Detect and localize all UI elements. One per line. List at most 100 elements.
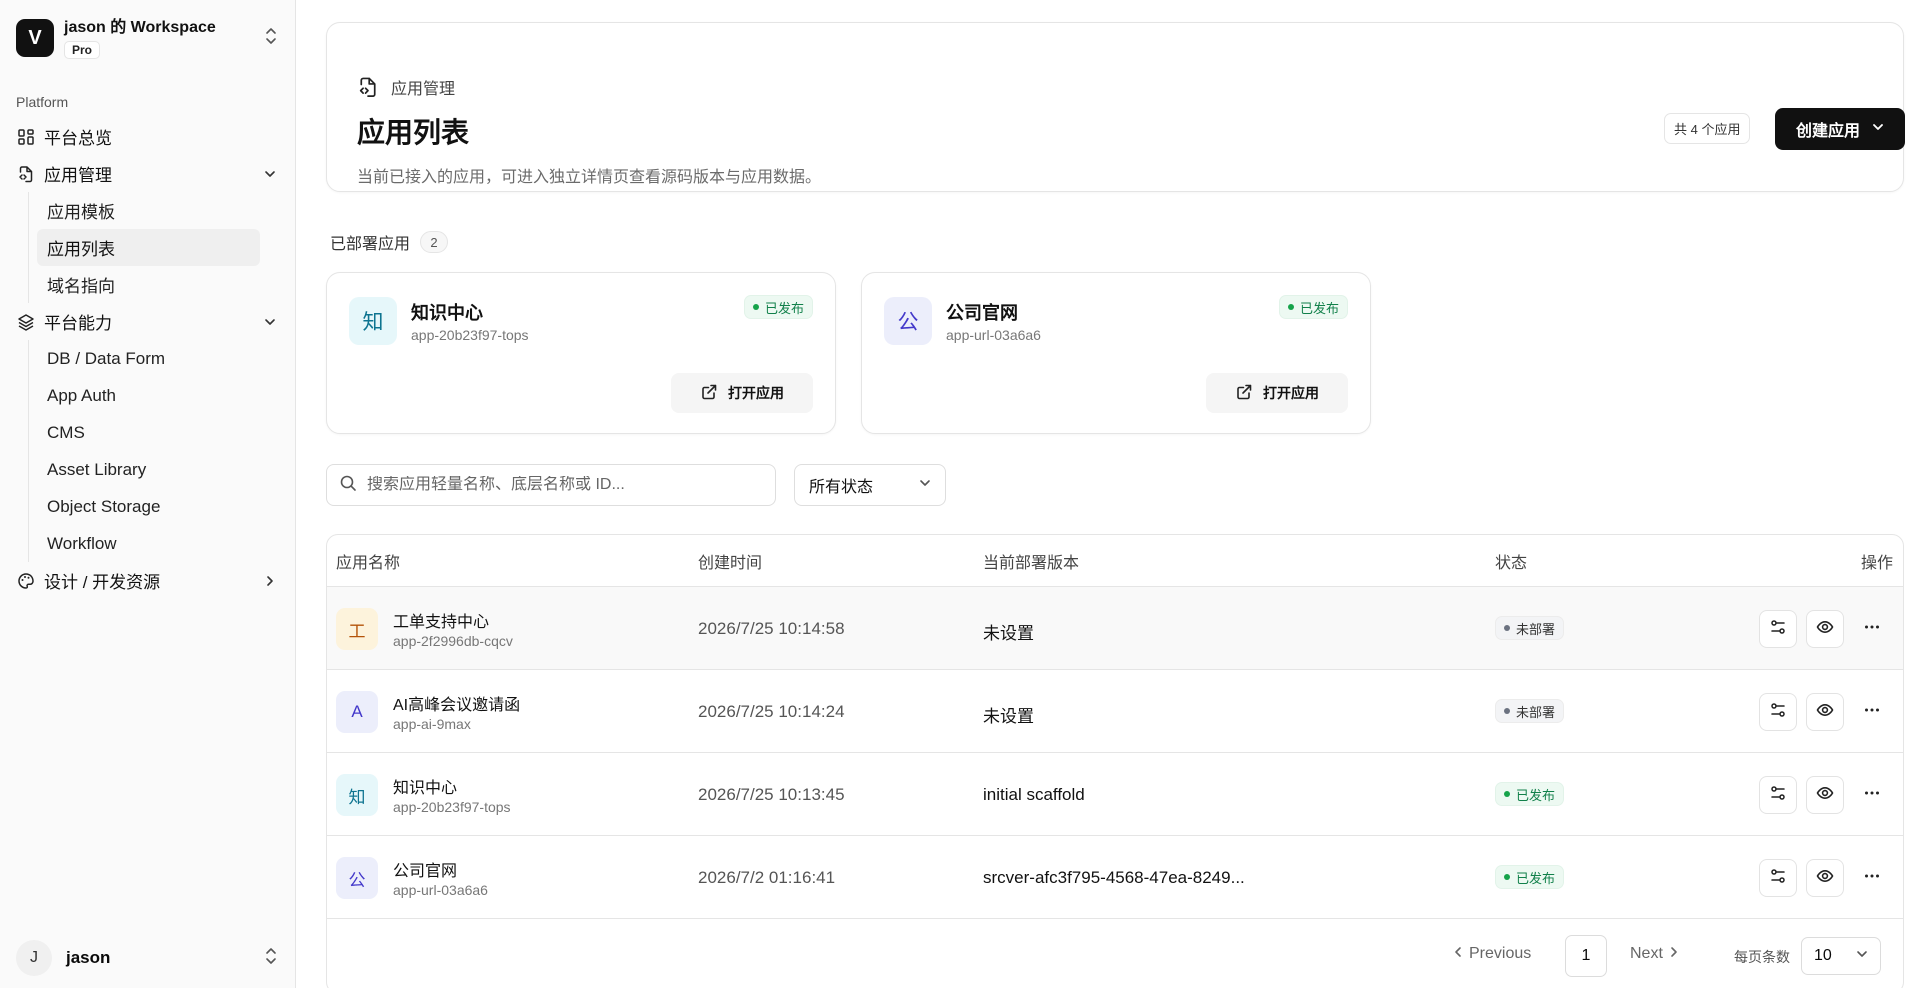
table-row[interactable]: A AI高峰会议邀请函 app-ai-9max 2026/7/25 10:14:… (327, 670, 1903, 753)
table-row[interactable]: 知 知识中心 app-20b23f97-tops 2026/7/25 10:13… (327, 753, 1903, 836)
layers-icon (16, 312, 36, 332)
config-button[interactable] (1759, 776, 1797, 814)
sidebar-item-design-dev-resources[interactable]: 设计 / 开发资源 (0, 562, 296, 599)
sidebar-item-app-list[interactable]: 应用列表 (37, 229, 260, 266)
chevron-down-icon (1872, 120, 1884, 138)
more-button[interactable] (1853, 610, 1891, 648)
preview-button[interactable] (1806, 610, 1844, 648)
breadcrumb-label[interactable]: 应用管理 (391, 75, 455, 99)
column-header-created: 创建时间 (698, 554, 763, 572)
previous-page-button[interactable]: Previous (1453, 945, 1531, 963)
open-app-label: 打开应用 (728, 385, 784, 401)
open-app-button[interactable]: 打开应用 (671, 373, 813, 413)
page-size-value: 10 (1814, 947, 1832, 964)
preview-button[interactable] (1806, 776, 1844, 814)
row-actions (1759, 693, 1891, 731)
sidebar-item-label: 设计 / 开发资源 (44, 573, 161, 592)
app-id: app-url-03a6a6 (393, 882, 488, 898)
more-horizontal-icon (1863, 784, 1881, 807)
page-size-label: 每页条数 (1734, 949, 1790, 965)
sidebar-item-cms[interactable]: CMS (37, 414, 260, 451)
app-id: app-20b23f97-tops (393, 799, 511, 815)
sidebar-item-object-storage[interactable]: Object Storage (37, 488, 260, 525)
create-app-button[interactable]: 创建应用 (1775, 108, 1905, 150)
page-number-button[interactable]: 1 (1565, 935, 1607, 977)
apps-table: 应用名称 创建时间 当前部署版本 状态 操作 工 工单支持中心 app-2f29… (326, 534, 1904, 988)
sidebar-group-label: Platform (16, 94, 69, 110)
app-file-icon (16, 164, 36, 184)
search-input[interactable] (367, 476, 757, 494)
sidebar-item-overview[interactable]: 平台总览 (0, 118, 296, 155)
app-name[interactable]: 公司官网 (393, 857, 457, 881)
status-label: 已发布 (1516, 870, 1556, 886)
app-avatar: 知 (336, 774, 378, 816)
app-count-badge: 共 4 个应用 (1664, 113, 1751, 144)
config-button[interactable] (1759, 610, 1797, 648)
more-button[interactable] (1853, 859, 1891, 897)
user-name: jason (66, 948, 111, 967)
status-label: 已发布 (764, 300, 804, 316)
status-label: 已发布 (1516, 787, 1556, 803)
sidebar-item-platform-capabilities[interactable]: 平台能力 (0, 303, 296, 340)
more-horizontal-icon (1863, 701, 1881, 724)
deployed-apps-count: 2 (420, 231, 449, 253)
preview-button[interactable] (1806, 693, 1844, 731)
status-dot (1504, 708, 1510, 714)
chevron-down-icon (262, 166, 278, 182)
status-dot (1287, 304, 1294, 310)
app-name[interactable]: 知识中心 (393, 774, 457, 798)
sidebar-item-asset-library[interactable]: Asset Library (37, 451, 260, 488)
config-button[interactable] (1759, 693, 1797, 731)
row-actions (1759, 859, 1891, 897)
app-id: app-url-03a6a6 (946, 327, 1041, 343)
sidebar-item-db-data-form[interactable]: DB / Data Form (37, 340, 260, 377)
status-badge: 已发布 (1495, 782, 1565, 806)
sidebar-item-app-management[interactable]: 应用管理 (0, 155, 296, 192)
app-avatar: 公 (336, 857, 378, 899)
eye-icon (1816, 701, 1834, 724)
chevron-left-icon (1453, 945, 1463, 963)
external-link-icon (700, 383, 718, 404)
created-time: 2026/7/2 01:16:41 (698, 868, 836, 887)
search-icon (339, 474, 357, 497)
app-name[interactable]: 工单支持中心 (393, 608, 489, 632)
sliders-icon (1769, 701, 1787, 724)
table-row[interactable]: 工 工单支持中心 app-2f2996db-cqcv 2026/7/25 10:… (327, 587, 1903, 670)
status-badge: 已发布 (743, 295, 813, 319)
open-app-button[interactable]: 打开应用 (1206, 373, 1348, 413)
status-dot (1504, 791, 1510, 797)
deploy-version: srcver-afc3f795-4568-47ea-8249... (983, 868, 1245, 887)
sidebar-item-domains[interactable]: 域名指向 (37, 266, 260, 303)
breadcrumb: 应用管理 (357, 75, 455, 99)
workspace-switcher[interactable]: V jason 的 Workspace Pro (16, 16, 278, 60)
user-menu[interactable]: J jason (16, 940, 278, 976)
next-page-button[interactable]: Next (1630, 945, 1679, 963)
status-badge: 未部署 (1495, 616, 1565, 640)
column-header-version: 当前部署版本 (983, 554, 1080, 572)
column-header-status: 状态 (1495, 554, 1528, 572)
status-filter-value: 所有状态 (809, 479, 874, 496)
platform-capabilities-subnav: DB / Data Form App Auth CMS Asset Librar… (28, 340, 260, 562)
preview-button[interactable] (1806, 859, 1844, 897)
chevron-down-icon (919, 476, 931, 494)
status-filter-select[interactable]: 所有状态 (794, 464, 946, 506)
more-horizontal-icon (1863, 867, 1881, 890)
app-management-subnav: 应用模板 应用列表 域名指向 (28, 192, 260, 303)
palette-icon (16, 571, 36, 591)
config-button[interactable] (1759, 859, 1797, 897)
more-button[interactable] (1853, 693, 1891, 731)
sidebar-item-app-auth[interactable]: App Auth (37, 377, 260, 414)
chevron-updown-icon (264, 27, 278, 50)
table-row[interactable]: 公 公司官网 app-url-03a6a6 2026/7/2 01:16:41 … (327, 836, 1903, 919)
sidebar-item-app-templates[interactable]: 应用模板 (37, 192, 260, 229)
sliders-icon (1769, 867, 1787, 890)
sidebar-item-workflow[interactable]: Workflow (37, 525, 260, 562)
more-button[interactable] (1853, 776, 1891, 814)
status-dot (752, 304, 759, 310)
page-size-select[interactable]: 10 (1801, 937, 1881, 975)
status-badge: 已发布 (1278, 295, 1348, 319)
search-field[interactable] (326, 464, 776, 506)
page-description: 当前已接入的应用，可进入独立详情页查看源码版本与应用数据。 (357, 169, 822, 186)
app-name[interactable]: AI高峰会议邀请函 (393, 691, 520, 715)
deployed-apps-heading: 已部署应用 2 (330, 230, 449, 254)
